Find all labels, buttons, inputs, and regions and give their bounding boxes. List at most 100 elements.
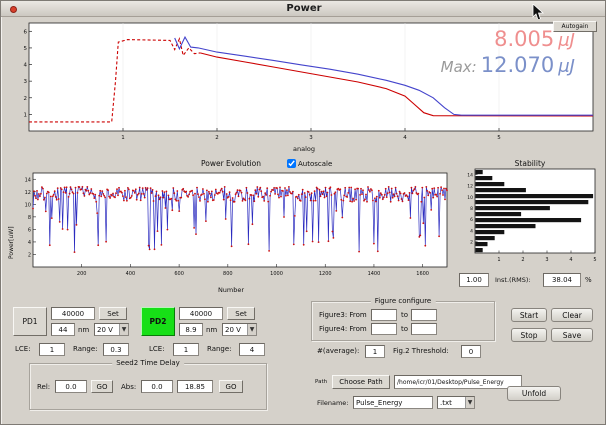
svg-text:600: 600 <box>174 271 184 277</box>
pd1-button[interactable]: PD1 <box>13 307 47 336</box>
chevron-down-icon: ▼ <box>119 324 128 335</box>
stop-button[interactable]: Stop <box>511 328 547 342</box>
percent-label: % <box>585 276 592 284</box>
fig4-from-label: Figure4: From <box>319 325 367 333</box>
svg-text:8: 8 <box>28 215 31 221</box>
svg-text:3: 3 <box>309 135 313 141</box>
evolution-yaxis-label: Power[uW] <box>8 189 15 259</box>
svg-text:2: 2 <box>521 257 524 263</box>
svg-text:1: 1 <box>24 112 28 118</box>
range2-label: Range: <box>207 345 232 353</box>
extension-select[interactable]: .txt ▼ <box>437 396 475 409</box>
svg-text:1600: 1600 <box>416 271 429 277</box>
abs-delay-input[interactable] <box>141 380 173 393</box>
svg-text:4: 4 <box>403 135 407 141</box>
rms-value-input[interactable] <box>543 273 581 287</box>
svg-text:1: 1 <box>497 257 500 263</box>
pd1-voltage-select[interactable]: 20 V ▼ <box>94 323 129 336</box>
readout-max-energy: Max: 12.070 μJ <box>441 53 575 77</box>
svg-text:8: 8 <box>470 206 473 212</box>
svg-text:5: 5 <box>593 257 596 263</box>
rel-delay-input[interactable] <box>55 380 87 393</box>
abs-position-input[interactable] <box>177 380 213 393</box>
titlebar: Power <box>1 1 606 17</box>
range1-input[interactable] <box>103 343 129 356</box>
pd2-voltage-select[interactable]: 20 V ▼ <box>222 323 257 336</box>
svg-text:3: 3 <box>24 79 28 85</box>
fig4-from-input[interactable] <box>371 323 397 335</box>
pd2-wavelength-input[interactable] <box>179 323 203 336</box>
current-energy-value: 8.005 <box>494 27 554 51</box>
svg-text:2: 2 <box>24 96 28 102</box>
evolution-xaxis-label: Number <box>7 286 455 294</box>
svg-text:5: 5 <box>497 135 501 141</box>
svg-text:5: 5 <box>24 46 28 52</box>
fig3-to-label: to <box>401 311 408 319</box>
svg-text:4: 4 <box>470 228 473 234</box>
abs-go-button[interactable]: GO <box>219 380 243 393</box>
top-xaxis-label: analog <box>7 145 601 153</box>
svg-text:2: 2 <box>470 240 473 246</box>
svg-text:6: 6 <box>28 227 31 233</box>
range2-input[interactable] <box>239 343 265 356</box>
path-input[interactable] <box>394 375 522 389</box>
fig4-to-input[interactable] <box>411 323 437 335</box>
svg-text:3: 3 <box>545 257 548 263</box>
max-energy-value: 12.070 <box>481 53 554 77</box>
current-energy-unit: μJ <box>558 30 575 51</box>
lce1-label: LCE: <box>15 345 31 353</box>
fig4-to-label: to <box>401 325 408 333</box>
top-power-figure: 12345123456 analog Autogain 8.005 μJ Max… <box>7 19 601 157</box>
fig3-to-input[interactable] <box>411 309 437 321</box>
pd1-set-button[interactable]: Set <box>99 307 127 320</box>
svg-text:4: 4 <box>24 63 28 69</box>
rel-label: Rel: <box>37 383 50 391</box>
unfold-button[interactable]: Unfold <box>507 386 561 401</box>
svg-text:14: 14 <box>467 172 473 178</box>
pd1-wavelength-input[interactable] <box>51 323 75 336</box>
svg-text:4: 4 <box>569 257 572 263</box>
pd2-set-button[interactable]: Set <box>227 307 255 320</box>
window-title: Power <box>286 3 321 14</box>
svg-text:200: 200 <box>77 271 87 277</box>
svg-text:400: 400 <box>126 271 136 277</box>
threshold-label: Fig.2 Threshold: <box>393 347 449 355</box>
svg-text:800: 800 <box>223 271 233 277</box>
svg-text:2: 2 <box>215 135 219 141</box>
pd1-voltage-value: 20 V <box>97 326 113 334</box>
lce2-input[interactable] <box>173 343 199 356</box>
fig3-from-input[interactable] <box>371 309 397 321</box>
range1-label: Range: <box>73 345 98 353</box>
svg-text:1400: 1400 <box>368 271 381 277</box>
pd2-gain-input[interactable] <box>179 307 223 320</box>
pd1-gain-input[interactable] <box>51 307 95 320</box>
stability-chart: 123452468101214 <box>459 167 601 271</box>
clear-button[interactable]: Clear <box>551 308 593 322</box>
svg-text:1200: 1200 <box>319 271 332 277</box>
rms-label: Inst.(RMS): <box>495 276 531 284</box>
power-window: Power 12345123456 analog Autogain 8.005 … <box>0 0 606 425</box>
choose-path-button[interactable]: Choose Path <box>332 375 390 389</box>
pd2-voltage-value: 20 V <box>225 326 241 334</box>
chevron-down-icon: ▼ <box>247 324 256 335</box>
filename-input[interactable] <box>353 396 433 409</box>
record-indicator-icon <box>10 6 17 13</box>
threshold-input[interactable] <box>461 345 481 358</box>
path-label: Path <box>315 379 327 385</box>
figure-configure-group: Figure configure <box>311 301 495 341</box>
svg-text:14: 14 <box>25 177 31 183</box>
save-button[interactable]: Save <box>551 328 593 342</box>
stability-figure: Stability 123452468101214 <box>459 159 601 271</box>
pd2-nm-label: nm <box>206 326 217 334</box>
rel-go-button[interactable]: GO <box>91 380 113 393</box>
scale-input[interactable] <box>459 273 489 287</box>
lce1-input[interactable] <box>39 343 65 356</box>
max-label: Max: <box>441 58 477 76</box>
max-energy-unit: μJ <box>558 56 575 77</box>
average-input[interactable] <box>365 345 385 358</box>
fig3-from-label: Figure3: From <box>319 311 367 319</box>
abs-label: Abs: <box>121 383 136 391</box>
pd2-button[interactable]: PD2 <box>141 307 175 336</box>
chevron-down-icon: ▼ <box>465 397 474 408</box>
start-button[interactable]: Start <box>511 308 547 322</box>
